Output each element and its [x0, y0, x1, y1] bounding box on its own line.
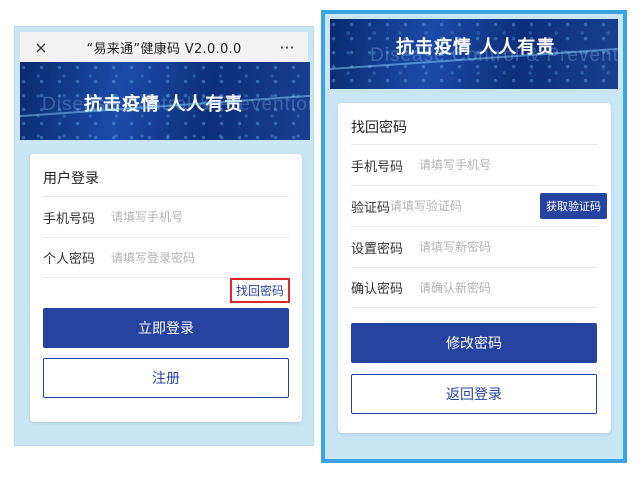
change-password-button[interactable]: 修改密码	[351, 323, 597, 363]
login-button[interactable]: 立即登录	[43, 308, 289, 348]
back-to-login-button[interactable]: 返回登录	[351, 374, 597, 414]
get-code-button[interactable]: 获取验证码	[540, 193, 608, 219]
login-screen: × “易来通”健康码 V2.0.0.0 ··· Disease Control …	[14, 26, 314, 446]
code-label: 验证码	[351, 200, 391, 216]
close-icon[interactable]: ×	[32, 38, 50, 57]
phone-input[interactable]	[111, 210, 289, 224]
phone-input[interactable]	[419, 158, 598, 172]
code-input[interactable]	[390, 199, 541, 213]
epidemic-banner: Disease Control & Prevention 抗击疫情 人人有责	[330, 19, 618, 89]
confirm-password-input[interactable]	[419, 280, 598, 295]
app-title: “易来通”健康码 V2.0.0.0	[86, 41, 242, 57]
phone-label: 手机号码	[351, 159, 404, 175]
phone-row: 手机号码	[43, 196, 289, 237]
recover-title: 找回密码	[351, 120, 407, 136]
login-title: 用户登录	[43, 171, 99, 187]
password-label: 个人密码	[43, 252, 96, 267]
new-password-input[interactable]	[419, 240, 598, 254]
password-row: 个人密码	[43, 237, 289, 278]
new-password-row: 设置密码	[351, 226, 598, 267]
more-icon[interactable]: ···	[278, 38, 296, 57]
new-password-label: 设置密码	[351, 241, 404, 257]
forgot-password-link[interactable]: 找回密码	[230, 278, 291, 303]
phone-label: 手机号码	[43, 211, 96, 227]
banner-slogan: 抗击疫情 人人有责	[84, 94, 244, 115]
mini-app-titlebar: × “易来通”健康码 V2.0.0.0 ···	[20, 32, 308, 62]
banner-slogan: 抗击疫情 人人有责	[396, 37, 556, 58]
register-button[interactable]: 注册	[43, 358, 289, 398]
recover-password-screen: Disease Control & Prevention 抗击疫情 人人有责 找…	[321, 10, 627, 463]
confirm-password-label: 确认密码	[351, 282, 404, 297]
code-row: 验证码 获取验证码	[351, 185, 608, 226]
login-card: 用户登录 手机号码 个人密码 找回密码 立即登录 注册	[30, 154, 302, 422]
confirm-password-row: 确认密码	[351, 267, 598, 308]
recover-card: 找回密码 手机号码 验证码 获取验证码 设置密码 确认密码 修改密码 返回登录	[338, 103, 611, 433]
phone-row: 手机号码	[351, 144, 598, 185]
epidemic-banner: Disease Control & Prevention 抗击疫情 人人有责	[20, 62, 310, 140]
password-input[interactable]	[111, 250, 289, 265]
